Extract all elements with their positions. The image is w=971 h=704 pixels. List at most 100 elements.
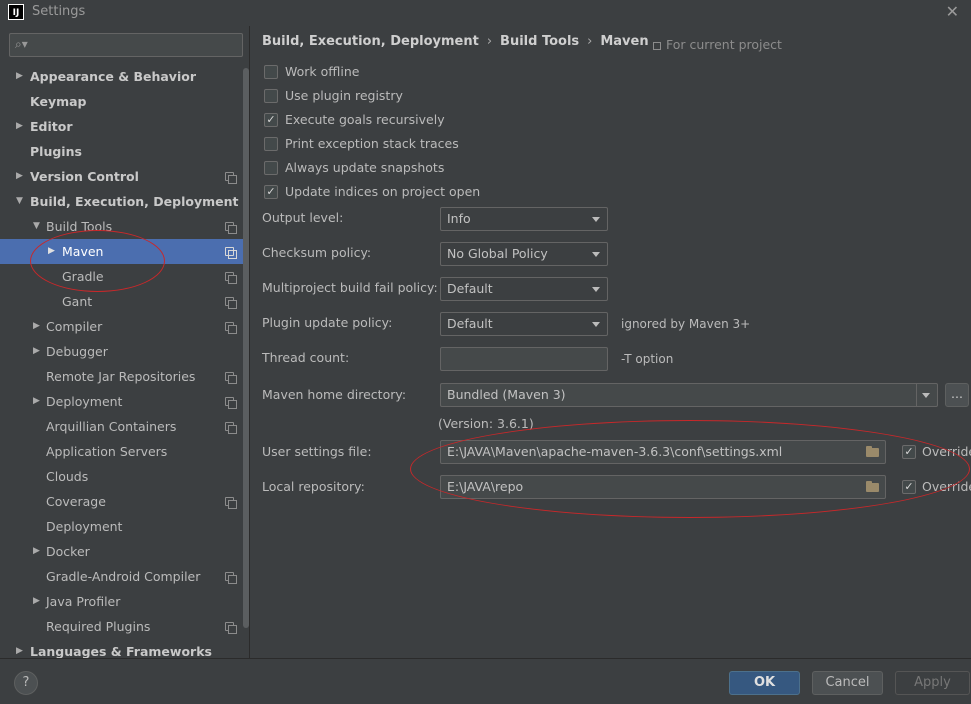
checkbox[interactable] [264, 161, 278, 175]
sidebar-item-arquillian-containers[interactable]: Arquillian Containers [0, 414, 243, 439]
checkbox[interactable]: ✓ [264, 185, 278, 199]
collapsed-arrow-icon[interactable]: ▶ [16, 64, 23, 89]
collapsed-arrow-icon[interactable]: ▶ [16, 114, 23, 139]
sidebar-item-docker[interactable]: ▶ Docker [0, 539, 243, 564]
sidebar-item-label: Appearance & Behavior [30, 69, 196, 84]
sidebar-item-label: Remote Jar Repositories [46, 369, 196, 384]
local-repo-value: E:\JAVA\repo [447, 479, 524, 494]
checksum-policy-select[interactable]: No Global Policy [440, 242, 608, 266]
local-repo-label: Local repository: [262, 479, 365, 494]
sidebar-item-label: Arquillian Containers [46, 419, 177, 434]
sidebar-item-label: Required Plugins [46, 619, 151, 634]
checkbox-label: Execute goals recursively [285, 112, 445, 127]
maven-home-value: Bundled (Maven 3) [447, 387, 566, 402]
collapsed-arrow-icon[interactable]: ▶ [33, 589, 40, 614]
sidebar-item-deployment[interactable]: ▶ Deployment [0, 389, 243, 414]
collapsed-arrow-icon[interactable]: ▶ [33, 314, 40, 339]
sidebar-item-java-profiler[interactable]: ▶ Java Profiler [0, 589, 243, 614]
folder-icon[interactable] [866, 446, 879, 457]
sidebar-item-gradle-android-compiler[interactable]: Gradle-Android Compiler [0, 564, 243, 589]
sidebar-item-label: Gant [62, 294, 93, 309]
local-repo-input[interactable]: E:\JAVA\repo [440, 475, 886, 499]
project-scope-icon [225, 572, 237, 584]
sidebar-item-remote-jar-repositories[interactable]: Remote Jar Repositories [0, 364, 243, 389]
sidebar-item-version-control[interactable]: ▶ Version Control [0, 164, 243, 189]
project-scope-icon [225, 247, 237, 259]
help-button[interactable]: ? [14, 671, 38, 695]
sidebar-item-application-servers[interactable]: Application Servers [0, 439, 243, 464]
sidebar-item-appearance-behavior[interactable]: ▶ Appearance & Behavior [0, 64, 243, 89]
sidebar-item-keymap[interactable]: Keymap [0, 89, 243, 114]
maven-home-select[interactable]: Bundled (Maven 3) [440, 383, 938, 407]
search-input[interactable]: ⌕▾ [9, 33, 243, 57]
sidebar-item-label: Gradle-Android Compiler [46, 569, 201, 584]
sidebar-item-coverage[interactable]: Coverage [0, 489, 243, 514]
folder-icon[interactable] [866, 481, 879, 492]
ok-button[interactable]: OK [729, 671, 800, 695]
sidebar-item-label: Deployment [46, 519, 123, 534]
sidebar-item-label: Build, Execution, Deployment [30, 194, 239, 209]
thread-count-input[interactable] [440, 347, 608, 371]
sidebar-item-deployment[interactable]: Deployment [0, 514, 243, 539]
checkbox-label: Print exception stack traces [285, 136, 459, 151]
checkbox[interactable] [264, 65, 278, 79]
sidebar-item-maven[interactable]: ▶ Maven [0, 239, 243, 264]
override-label: Override [922, 479, 971, 494]
apply-button[interactable]: Apply [895, 671, 970, 695]
user-settings-override-checkbox[interactable]: ✓ [902, 445, 916, 459]
checkbox[interactable] [264, 137, 278, 151]
override-label: Override [922, 444, 971, 459]
collapsed-arrow-icon[interactable]: ▶ [33, 339, 40, 364]
sidebar-item-gradle[interactable]: Gradle [0, 264, 243, 289]
project-scope-icon [225, 172, 237, 184]
sidebar-scrollbar[interactable] [243, 68, 249, 628]
sidebar-item-build-execution-deployment[interactable]: ▼ Build, Execution, Deployment [0, 189, 243, 214]
dropdown-arrow-icon [592, 287, 600, 292]
sidebar-item-label: Maven [62, 244, 104, 259]
intellij-logo-icon: IJ [8, 4, 24, 20]
sidebar-item-label: Plugins [30, 144, 82, 159]
sidebar-item-compiler[interactable]: ▶ Compiler [0, 314, 243, 339]
maven-version-label: (Version: 3.6.1) [438, 416, 534, 431]
checkbox[interactable] [264, 89, 278, 103]
output-level-label: Output level: [262, 210, 344, 225]
sidebar-item-label: Compiler [46, 319, 103, 334]
collapsed-arrow-icon[interactable]: ▶ [33, 539, 40, 564]
checkbox-label: Work offline [285, 64, 360, 79]
thread-count-hint: -T option [621, 352, 674, 366]
close-icon[interactable]: ✕ [946, 2, 959, 21]
sidebar-item-required-plugins[interactable]: Required Plugins [0, 614, 243, 639]
project-scope-icon [225, 397, 237, 409]
expanded-arrow-icon[interactable]: ▼ [33, 214, 40, 239]
breadcrumb-separator: › [486, 34, 493, 49]
local-repo-override-checkbox[interactable]: ✓ [902, 480, 916, 494]
cancel-button[interactable]: Cancel [812, 671, 883, 695]
sidebar-item-debugger[interactable]: ▶ Debugger [0, 339, 243, 364]
breadcrumb-item: Build, Execution, Deployment [262, 34, 479, 49]
collapsed-arrow-icon[interactable]: ▶ [48, 239, 55, 264]
plugin-update-hint: ignored by Maven 3+ [621, 317, 751, 331]
sidebar-item-label: Build Tools [46, 219, 113, 234]
sidebar-item-label: Clouds [46, 469, 89, 484]
sidebar-item-label: Deployment [46, 394, 123, 409]
sidebar-item-clouds[interactable]: Clouds [0, 464, 243, 489]
dialog-footer: ? OK Cancel Apply [0, 658, 971, 704]
checksum-policy-label: Checksum policy: [262, 245, 372, 260]
output-level-select[interactable]: Info [440, 207, 608, 231]
multiproject-fail-select[interactable]: Default [440, 277, 608, 301]
sidebar-item-gant[interactable]: Gant [0, 289, 243, 314]
user-settings-input[interactable]: E:\JAVA\Maven\apache-maven-3.6.3\conf\se… [440, 440, 886, 464]
sidebar-item-build-tools[interactable]: ▼ Build Tools [0, 214, 243, 239]
project-scope-icon [225, 222, 237, 234]
expanded-arrow-icon[interactable]: ▼ [16, 189, 23, 214]
project-scope-icon [225, 497, 237, 509]
breadcrumb: Build, Execution, Deployment › Build Tools… [262, 34, 649, 49]
collapsed-arrow-icon[interactable]: ▶ [33, 389, 40, 414]
collapsed-arrow-icon[interactable]: ▶ [16, 164, 23, 189]
checkbox[interactable]: ✓ [264, 113, 278, 127]
maven-home-browse-button[interactable]: ... [945, 383, 969, 407]
plugin-update-select[interactable]: Default [440, 312, 608, 336]
checkbox-label: Always update snapshots [285, 160, 445, 175]
sidebar-item-plugins[interactable]: Plugins [0, 139, 243, 164]
sidebar-item-editor[interactable]: ▶ Editor [0, 114, 243, 139]
